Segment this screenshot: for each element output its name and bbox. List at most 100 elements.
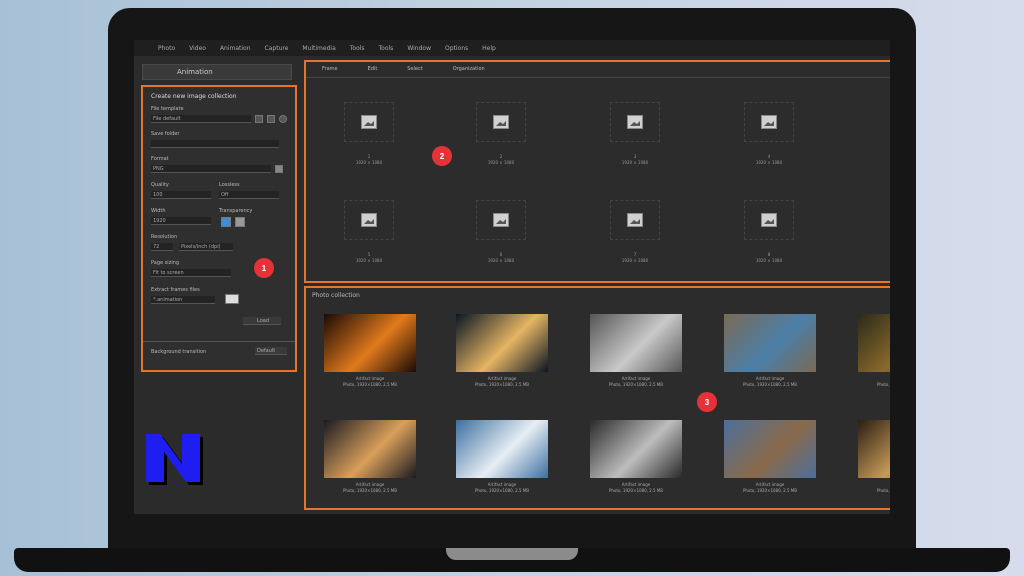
library-title: Photo collection xyxy=(312,292,360,299)
folder-icon[interactable] xyxy=(275,165,283,173)
quality-field[interactable]: 100 xyxy=(151,191,211,199)
transparency-checkbox[interactable] xyxy=(221,217,231,227)
frame-number: 6 xyxy=(499,252,503,257)
frame-size: 1920 × 1080 xyxy=(355,258,383,263)
laptop-notch xyxy=(446,548,578,560)
tab-select[interactable]: Select xyxy=(407,66,422,77)
menu-bar: Photo Video Animation Capture Multimedia… xyxy=(134,40,890,56)
image-icon xyxy=(361,115,377,129)
photo-subtitle: Photo, 1920×1080, 2.5 MB xyxy=(742,488,798,493)
tab-organization[interactable]: Organization xyxy=(453,66,485,77)
resolution-field[interactable]: 72 xyxy=(151,243,173,251)
frame-thumbnail[interactable] xyxy=(610,200,660,240)
divider xyxy=(143,341,295,342)
sidebar-title[interactable]: Animation xyxy=(142,64,292,80)
copy-button[interactable] xyxy=(267,115,275,123)
frame-size: 1920 × 1080 xyxy=(621,258,649,263)
photo-thumbnail[interactable] xyxy=(590,314,682,372)
image-icon xyxy=(627,115,643,129)
menu-item-options[interactable]: Options xyxy=(445,45,468,52)
frames-panel: Frame Edit Select Organization 1 1920 × 1… xyxy=(304,60,890,283)
frame-size: 1920 × 1080 xyxy=(755,258,783,263)
menu-item-multimedia[interactable]: Multimedia xyxy=(302,45,335,52)
menu-item-video[interactable]: Video xyxy=(189,45,206,52)
width-label: Width xyxy=(151,208,166,214)
frame-size: 1920 × 1080 xyxy=(487,258,515,263)
page-sizing-select[interactable]: Fit to screen xyxy=(151,269,231,277)
photo-subtitle: Photo, 1920×1080, 2.5 MB xyxy=(876,382,890,387)
frame-thumbnail[interactable] xyxy=(476,200,526,240)
tab-frame[interactable]: Frame xyxy=(322,66,338,77)
callout-badge-2: 2 xyxy=(432,146,452,166)
lossless-field[interactable]: Off xyxy=(219,191,279,199)
photo-thumbnail[interactable] xyxy=(324,314,416,372)
frame-thumbnail[interactable] xyxy=(744,200,794,240)
width-field[interactable]: 1920 xyxy=(151,217,211,225)
photo-thumbnail[interactable] xyxy=(724,420,816,478)
photo-subtitle: Photo, 1920×1080, 2.5 MB xyxy=(474,488,530,493)
search-icon[interactable] xyxy=(279,115,287,123)
photo-thumbnail[interactable] xyxy=(324,420,416,478)
photo-subtitle: Photo, 1920×1080, 2.5 MB xyxy=(474,382,530,387)
settings-section-title: Create new image collection xyxy=(151,93,237,100)
menu-item-animation[interactable]: Animation xyxy=(220,45,251,52)
menu-item-tools[interactable]: Tools xyxy=(350,45,365,52)
photo-subtitle: Photo, 1920×1080, 2.5 MB xyxy=(608,382,664,387)
frame-size: 1920 × 1080 xyxy=(621,160,649,165)
image-icon xyxy=(493,115,509,129)
tab-edit[interactable]: Edit xyxy=(368,66,378,77)
save-folder-label: Save folder xyxy=(151,131,180,137)
background-transition-select[interactable]: Default xyxy=(255,347,287,355)
frame-size: 1920 × 1080 xyxy=(487,160,515,165)
extract-frames-label: Extract frames files xyxy=(151,287,200,293)
extract-frames-field[interactable]: *.animation xyxy=(151,296,215,304)
image-icon xyxy=(361,213,377,227)
brand-logo xyxy=(146,434,203,485)
photo-thumbnail[interactable] xyxy=(724,314,816,372)
browse-button[interactable] xyxy=(255,115,263,123)
photo-thumbnail[interactable] xyxy=(456,314,548,372)
photo-subtitle: Photo, 1920×1080, 2.5 MB xyxy=(742,382,798,387)
background-transition-label: Background transition xyxy=(151,349,207,355)
image-icon xyxy=(761,115,777,129)
menu-item-photo[interactable]: Photo xyxy=(158,45,175,52)
frame-number: 5 xyxy=(367,252,371,257)
format-select[interactable]: PNG xyxy=(151,165,271,173)
preview-icon[interactable] xyxy=(225,294,239,304)
frame-thumbnail[interactable] xyxy=(744,102,794,142)
menu-item-tools-2[interactable]: Tools xyxy=(379,45,394,52)
image-icon xyxy=(761,213,777,227)
frame-number: 4 xyxy=(767,154,771,159)
frame-number: 7 xyxy=(633,252,637,257)
photo-subtitle: Photo, 1920×1080, 2.5 MB xyxy=(342,488,398,493)
load-button[interactable]: Load xyxy=(243,317,281,325)
frame-thumbnail[interactable] xyxy=(610,102,660,142)
photo-thumbnail[interactable] xyxy=(456,420,548,478)
photo-thumbnail[interactable] xyxy=(858,314,890,372)
frame-thumbnail[interactable] xyxy=(476,102,526,142)
image-icon xyxy=(627,213,643,227)
frame-thumbnail[interactable] xyxy=(344,102,394,142)
app-window: Photo Video Animation Capture Multimedia… xyxy=(134,40,890,514)
photo-subtitle: Photo, 1920×1080, 2.5 MB xyxy=(608,488,664,493)
file-template-field[interactable]: File default xyxy=(151,115,251,123)
frame-size: 1920 × 1080 xyxy=(755,160,783,165)
resolution-unit-select[interactable]: Pixels/inch (dpi) xyxy=(179,243,233,251)
menu-item-window[interactable]: Window xyxy=(407,45,431,52)
photo-thumbnail[interactable] xyxy=(590,420,682,478)
lossless-label: Lossless xyxy=(219,182,240,188)
callout-badge-3: 3 xyxy=(697,392,717,412)
frame-thumbnail[interactable] xyxy=(344,200,394,240)
transparency-label: Transparency xyxy=(219,208,253,214)
quality-label: Quality xyxy=(151,182,169,188)
file-template-label: File template xyxy=(151,106,184,112)
photo-thumbnail[interactable] xyxy=(858,420,890,478)
color-swatch[interactable] xyxy=(235,217,245,227)
resolution-label: Resolution xyxy=(151,234,178,240)
save-folder-field[interactable] xyxy=(151,140,279,148)
menu-item-capture[interactable]: Capture xyxy=(265,45,289,52)
frame-number: 2 xyxy=(499,154,503,159)
frame-number: 3 xyxy=(633,154,637,159)
photo-subtitle: Photo, 1920×1080, 2.5 MB xyxy=(876,488,890,493)
menu-item-help[interactable]: Help xyxy=(482,45,496,52)
